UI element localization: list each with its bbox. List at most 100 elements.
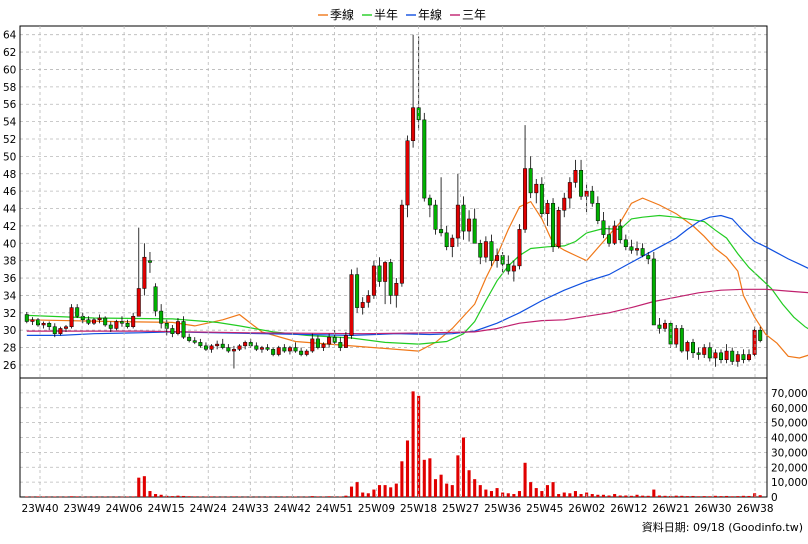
candle-body xyxy=(383,262,388,282)
candle-body xyxy=(679,328,684,352)
price-tick-label: 48 xyxy=(3,169,16,181)
candle-body xyxy=(461,204,466,232)
candle xyxy=(114,319,119,331)
candle-body xyxy=(293,347,298,352)
candle-body xyxy=(259,347,264,350)
volume-bar xyxy=(411,391,415,497)
volume-bar xyxy=(422,459,426,497)
volume-bar xyxy=(310,496,314,497)
volume-bar xyxy=(249,496,253,498)
price-tick-label: 50 xyxy=(3,151,16,163)
volume-bar xyxy=(400,461,404,497)
price-tick-label: 32 xyxy=(3,308,16,320)
candle-body xyxy=(623,239,628,248)
candle-body xyxy=(467,218,472,232)
x-tick-label: 25W45 xyxy=(526,503,563,515)
candle-body xyxy=(635,248,640,251)
volume-bar xyxy=(176,495,180,497)
candle-body xyxy=(618,225,623,241)
candle-body xyxy=(136,288,141,317)
candle-body xyxy=(164,322,169,329)
candle-body xyxy=(758,329,763,341)
volume-bar xyxy=(221,496,225,498)
candle-body xyxy=(170,328,175,334)
volume-bar xyxy=(170,496,174,497)
volume-bar xyxy=(601,494,605,497)
candle-body xyxy=(562,197,567,211)
candle-body xyxy=(349,274,354,336)
price-tick-label: 58 xyxy=(3,82,16,94)
candle-body xyxy=(517,229,522,267)
volume-bar xyxy=(741,495,745,497)
volume-bar xyxy=(361,492,365,497)
volume-bar xyxy=(747,495,751,497)
candle-body xyxy=(142,256,147,289)
volume-bar xyxy=(327,496,331,497)
candle-body xyxy=(114,321,119,329)
candle-body xyxy=(567,182,572,199)
volume-bar xyxy=(445,483,449,497)
volume-bar xyxy=(579,494,583,497)
candle-body xyxy=(52,326,57,334)
candle-body xyxy=(495,255,500,261)
candle-body xyxy=(203,345,208,350)
volume-bar xyxy=(58,496,62,498)
candle-body xyxy=(590,190,595,204)
candle-body xyxy=(243,342,248,347)
candle-body xyxy=(747,354,751,360)
legend-label-3: 三年 xyxy=(462,8,486,22)
candle-body xyxy=(735,354,740,362)
volume-bar xyxy=(713,495,717,497)
volume-bar xyxy=(282,496,286,498)
volume-bar xyxy=(131,496,135,497)
candle-body xyxy=(265,347,270,350)
volume-bar xyxy=(53,496,57,498)
candle-body xyxy=(405,140,410,206)
volume-bar xyxy=(461,437,466,497)
volume-tick-label: 40,000 xyxy=(771,433,808,445)
candle-body xyxy=(556,210,561,248)
price-tick-label: 52 xyxy=(3,134,16,146)
candle-body xyxy=(719,352,723,360)
volume-bar xyxy=(148,491,152,497)
volume-bar xyxy=(277,496,281,497)
candle-body xyxy=(629,246,634,251)
candle-body xyxy=(30,319,35,322)
candle-body xyxy=(299,350,304,355)
volume-bar xyxy=(523,462,527,497)
volume-bar xyxy=(154,494,158,497)
volume-bar xyxy=(652,489,656,497)
candle-body xyxy=(483,241,488,258)
volume-bar xyxy=(142,476,146,497)
price-tick-label: 60 xyxy=(3,64,16,76)
candle-body xyxy=(366,295,371,303)
candle-body xyxy=(472,218,477,244)
x-tick-label: 26W21 xyxy=(652,503,689,515)
volume-bar xyxy=(86,496,90,498)
volume-bar xyxy=(473,479,477,497)
source-note: 資料日期: 09/18 (Goodinfo.tw) xyxy=(642,520,803,534)
candle xyxy=(556,206,561,249)
candle-body xyxy=(539,183,544,214)
volume-bar xyxy=(433,479,438,497)
x-tick-label: 24W06 xyxy=(106,503,143,515)
candle-body xyxy=(343,335,348,348)
volume-bar xyxy=(624,495,628,497)
volume-bar xyxy=(680,495,684,497)
volume-bar xyxy=(389,487,393,497)
volume-bar xyxy=(489,491,494,497)
volume-bar xyxy=(646,495,650,497)
candle-body xyxy=(724,350,729,360)
candle-body xyxy=(663,322,668,329)
volume-tick-label: 70,000 xyxy=(771,388,808,400)
x-tick-label: 24W51 xyxy=(316,503,353,515)
volume-bar xyxy=(193,496,197,497)
volume-bar xyxy=(629,495,633,497)
candle-body xyxy=(282,347,287,352)
candle-body xyxy=(24,314,29,322)
candle-body xyxy=(511,265,516,272)
candle-body xyxy=(612,225,617,244)
volume-bar xyxy=(349,486,354,497)
volume-bar xyxy=(366,493,370,497)
x-tick-label: 25W18 xyxy=(400,503,437,515)
